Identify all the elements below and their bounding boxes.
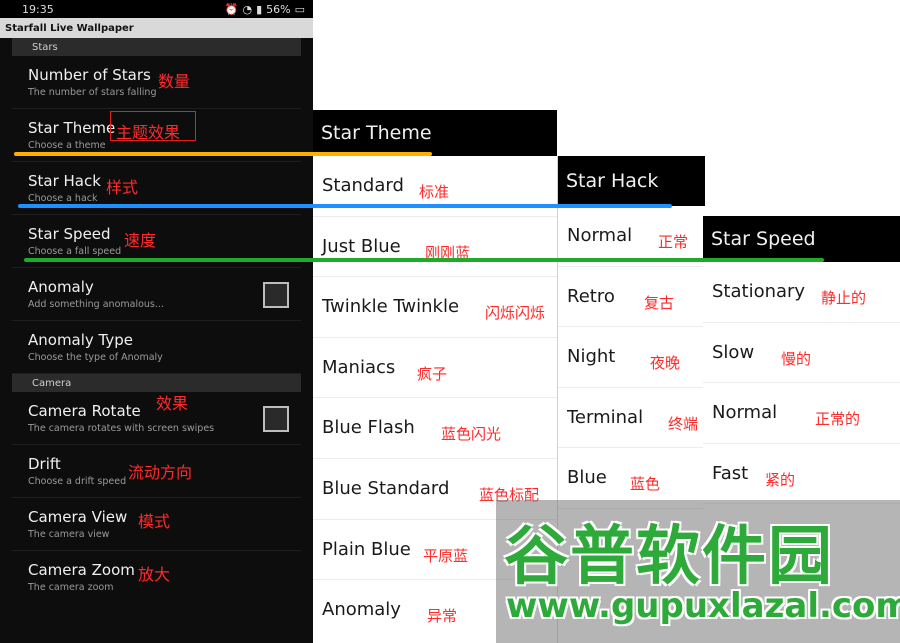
pref-subtitle: Choose a hack bbox=[28, 193, 98, 204]
theme-connector-line bbox=[14, 152, 432, 156]
hack-connector-line bbox=[18, 204, 672, 208]
option-just-blue[interactable]: Just Blue 刚刚蓝 bbox=[313, 216, 557, 278]
pref-drift[interactable]: Drift Choose a drift speed 流动方向 bbox=[12, 445, 301, 498]
pref-title: Star Theme bbox=[28, 119, 116, 137]
pref-subtitle: The camera rotates with screen swipes bbox=[28, 423, 215, 434]
pref-title: Anomaly Type bbox=[28, 331, 134, 349]
category-stars: Stars bbox=[12, 38, 301, 56]
watermark: 谷普软件园 www.gupuxlazal.com bbox=[496, 500, 900, 643]
pref-anomaly-type[interactable]: Anomaly Type Choose the type of Anomaly bbox=[12, 321, 301, 374]
alarm-icon: ⏰ bbox=[224, 2, 239, 16]
option-label: Twinkle Twinkle bbox=[322, 296, 460, 318]
option-label: Blue Flash bbox=[322, 417, 415, 439]
cn-annotation: 样式 bbox=[106, 178, 139, 197]
option-label: Slow bbox=[712, 341, 755, 363]
option-label: Fast bbox=[712, 462, 749, 484]
pref-title: Camera Rotate bbox=[28, 402, 141, 420]
settings-screen: 19:35 ⏰ ◔ ▮ 56% ▭ Starfall Live Wallpape… bbox=[0, 0, 313, 643]
cn-annotation: 静止的 bbox=[821, 289, 867, 307]
cn-annotation: 标准 bbox=[419, 183, 450, 201]
app-title: Starfall Live Wallpaper bbox=[0, 18, 313, 38]
cn-annotation: 异常 bbox=[427, 607, 458, 626]
cn-annotation: 蓝色闪光 bbox=[441, 425, 502, 444]
cn-annotation: 终端 bbox=[668, 414, 699, 433]
pref-title: Number of Stars bbox=[28, 66, 151, 84]
pref-title: Anomaly bbox=[28, 278, 94, 296]
status-time: 19:35 bbox=[22, 2, 54, 16]
cn-annotation: 闪烁闪烁 bbox=[485, 304, 546, 323]
cn-annotation: 紧的 bbox=[765, 470, 796, 489]
option-slow[interactable]: Slow 慢的 bbox=[703, 322, 900, 384]
pref-subtitle: Add something anomalous... bbox=[28, 299, 164, 310]
option-label: Just Blue bbox=[322, 235, 401, 257]
battery-percent: 56% bbox=[266, 2, 291, 16]
option-label: Night bbox=[567, 346, 616, 368]
anomaly-checkbox[interactable] bbox=[263, 282, 289, 308]
pref-title: Camera View bbox=[28, 508, 128, 526]
dialog-title: Star Hack bbox=[558, 156, 705, 206]
pref-number-of-stars[interactable]: Number of Stars The number of stars fall… bbox=[12, 56, 301, 109]
pref-title: Camera Zoom bbox=[28, 561, 135, 579]
dialog-title: Star Speed bbox=[703, 216, 900, 262]
cn-annotation: 速度 bbox=[124, 231, 157, 250]
cn-annotation: 平原蓝 bbox=[423, 546, 469, 565]
pref-camera-view[interactable]: Camera View The camera view 模式 bbox=[12, 498, 301, 551]
watermark-logo: 谷普软件园 bbox=[504, 520, 834, 594]
pref-title: Star Speed bbox=[28, 225, 111, 243]
option-label: Stationary bbox=[712, 281, 806, 302]
signal-icon: ▮ bbox=[256, 2, 263, 16]
camera-rotate-checkbox[interactable] bbox=[263, 406, 289, 432]
pref-title: Drift bbox=[28, 455, 61, 473]
option-fast[interactable]: Fast 紧的 bbox=[703, 443, 900, 505]
cn-annotation: 正常 bbox=[658, 233, 689, 251]
status-bar: 19:35 ⏰ ◔ ▮ 56% ▭ bbox=[0, 0, 313, 18]
option-label: Normal bbox=[567, 225, 633, 246]
cn-annotation: 效果 bbox=[156, 394, 189, 413]
cn-annotation: 慢的 bbox=[781, 349, 812, 368]
pref-subtitle: The camera view bbox=[28, 529, 110, 540]
pref-anomaly[interactable]: Anomaly Add something anomalous... bbox=[12, 268, 301, 321]
dialog-title: Star Theme bbox=[313, 110, 557, 156]
speed-connector-line bbox=[24, 258, 824, 262]
wifi-icon: ◔ bbox=[242, 2, 253, 16]
pref-subtitle: Choose a fall speed bbox=[28, 246, 122, 257]
option-label: Plain Blue bbox=[322, 538, 411, 560]
pref-subtitle: Choose a theme bbox=[28, 140, 106, 151]
option-blue-flash[interactable]: Blue Flash 蓝色闪光 bbox=[313, 398, 557, 459]
battery-icon: ▭ bbox=[294, 2, 305, 16]
pref-subtitle: The number of stars falling bbox=[28, 87, 157, 98]
option-maniacs[interactable]: Maniacs 疯子 bbox=[313, 337, 557, 399]
option-label: Blue bbox=[567, 467, 607, 489]
option-label: Terminal bbox=[567, 406, 644, 428]
cn-annotation: 流动方向 bbox=[128, 463, 193, 482]
pref-title: Star Hack bbox=[28, 172, 101, 190]
cn-annotation: 模式 bbox=[138, 512, 171, 531]
cn-annotation: 夜晚 bbox=[650, 354, 681, 373]
option-twinkle-twinkle[interactable]: Twinkle Twinkle 闪烁闪烁 bbox=[313, 277, 557, 338]
pref-camera-zoom[interactable]: Camera Zoom The camera zoom 放大 bbox=[12, 551, 301, 603]
option-night[interactable]: Night 夜晚 bbox=[558, 327, 705, 388]
option-label: Standard bbox=[322, 175, 404, 196]
cn-annotation: 疯子 bbox=[417, 364, 448, 383]
pref-subtitle: Choose a drift speed bbox=[28, 476, 127, 487]
cn-annotation: 蓝色 bbox=[630, 475, 661, 494]
option-label: Retro bbox=[567, 285, 615, 307]
cn-annotation: 正常的 bbox=[815, 410, 861, 429]
watermark-url: www.gupuxlazal.com bbox=[506, 586, 900, 626]
option-stationary[interactable]: Stationary 静止的 bbox=[703, 262, 900, 323]
pref-subtitle: Choose the type of Anomaly bbox=[28, 352, 163, 363]
cn-annotation: 放大 bbox=[138, 565, 171, 584]
option-retro[interactable]: Retro 复古 bbox=[558, 266, 705, 328]
option-terminal[interactable]: Terminal 终端 bbox=[558, 387, 705, 449]
cn-annotation: 复古 bbox=[644, 293, 675, 312]
option-label: Blue Standard bbox=[322, 477, 450, 499]
option-label: Maniacs bbox=[322, 356, 396, 378]
pref-camera-rotate[interactable]: Camera Rotate The camera rotates with sc… bbox=[12, 392, 301, 445]
cn-annotation: 主题效果 bbox=[116, 123, 181, 142]
option-label: Normal bbox=[712, 402, 778, 424]
option-normal-speed[interactable]: Normal 正常的 bbox=[703, 383, 900, 444]
cn-annotation: 数量 bbox=[158, 72, 191, 91]
pref-subtitle: The camera zoom bbox=[28, 582, 114, 593]
option-label: Anomaly bbox=[322, 599, 401, 621]
